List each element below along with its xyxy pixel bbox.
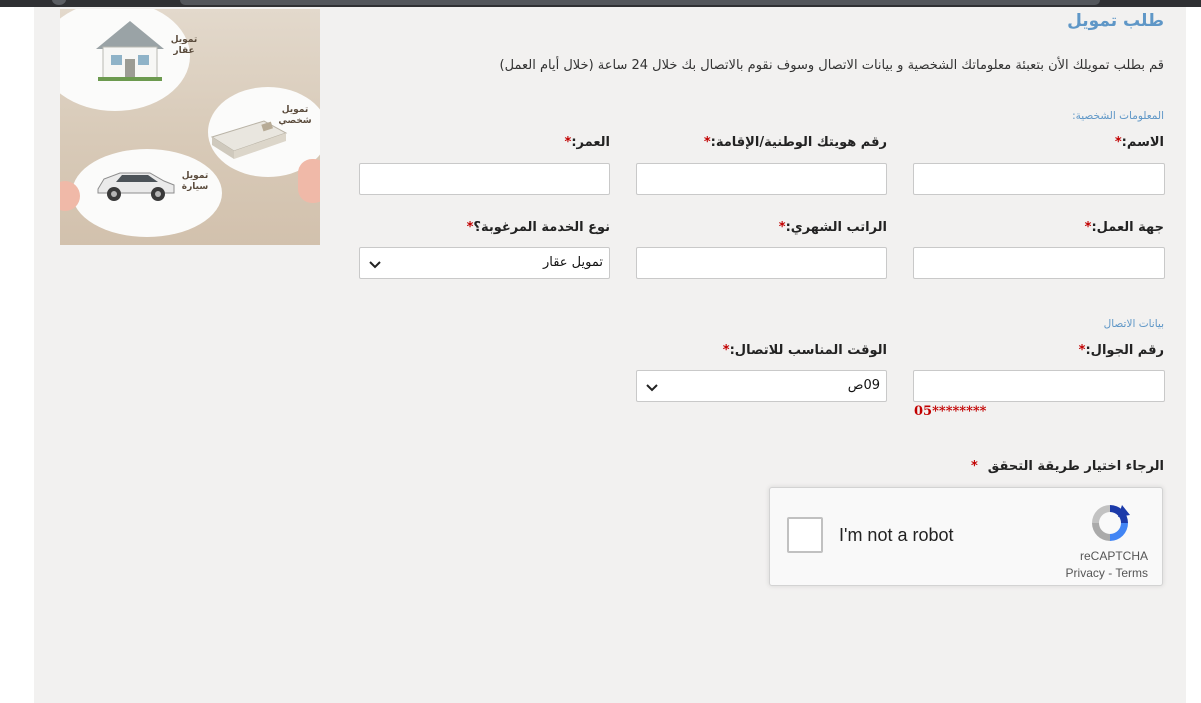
service-type-label: نوع الخدمة المرغوبة؟* <box>461 220 610 235</box>
contact-time-value: 09ص <box>847 378 880 393</box>
required-mark: * <box>703 135 711 150</box>
name-input[interactable] <box>913 163 1165 195</box>
house-icon <box>96 21 164 81</box>
recaptcha-brand: reCAPTCHA <box>1079 549 1148 563</box>
mobile-input[interactable] <box>913 370 1165 402</box>
service-type-label-text: نوع الخدمة المرغوبة؟ <box>473 220 610 235</box>
national-id-label-text: رقم هويتك الوطنية/الإقامة: <box>710 135 887 150</box>
mobile-label-text: رقم الجوال: <box>1085 343 1164 358</box>
name-label: الاسم:* <box>1109 135 1164 150</box>
contact-info-section-label: بيانات الاتصال <box>1103 318 1164 330</box>
personal-info-section-label: المعلومات الشخصية: <box>1072 110 1164 122</box>
tab-edge <box>52 0 66 5</box>
browser-top-bar <box>0 0 1201 7</box>
name-label-text: الاسم: <box>1121 135 1164 150</box>
mobile-label: رقم الجوال:* <box>1073 343 1164 358</box>
address-bar-edge <box>180 0 1100 5</box>
recaptcha-links: Privacy - Terms <box>1066 566 1148 580</box>
national-id-label: رقم هويتك الوطنية/الإقامة:* <box>698 135 887 150</box>
page-title: طلب تمويل <box>1067 11 1164 31</box>
promo-label-car: تمويل سيارة <box>181 171 209 192</box>
recaptcha-logo-icon <box>1092 505 1130 541</box>
salary-input[interactable] <box>636 247 887 279</box>
age-input[interactable] <box>359 163 610 195</box>
chevron-down-icon <box>646 384 658 392</box>
required-mark: * <box>722 343 730 358</box>
verification-label: الرجاء اختيار طريقة التحقق * <box>971 459 1164 474</box>
service-type-value: تمويل عقار <box>542 255 603 270</box>
salary-label: الراتب الشهري:* <box>773 220 887 235</box>
verification-label-text: الرجاء اختيار طريقة التحقق <box>987 459 1164 474</box>
employer-input[interactable] <box>913 247 1165 279</box>
mobile-format-hint: 05******** <box>914 404 987 419</box>
intro-text: قم بطلب تمويلك الأن بتعبئة معلوماتك الشخ… <box>499 58 1164 73</box>
salary-label-text: الراتب الشهري: <box>785 220 887 235</box>
hand-right <box>298 159 320 203</box>
recaptcha-label: I'm not a robot <box>839 525 954 545</box>
contact-time-select[interactable]: 09ص <box>636 370 887 402</box>
employer-label-text: جهة العمل: <box>1091 220 1164 235</box>
contact-time-label-text: الوقت المناسب للاتصال: <box>729 343 887 358</box>
age-label-text: العمر: <box>571 135 610 150</box>
service-type-select[interactable]: تمويل عقار <box>359 247 610 279</box>
promo-label-real-estate: تمويل عقار <box>170 35 198 56</box>
national-id-input[interactable] <box>636 163 887 195</box>
chevron-down-icon <box>369 261 381 269</box>
recaptcha-terms-link[interactable]: Terms <box>1115 566 1148 580</box>
car-icon <box>97 172 175 201</box>
required-mark: * <box>1114 135 1122 150</box>
recaptcha-widget: I'm not a robot reCAPTCHA Privacy - Term… <box>769 487 1163 586</box>
page-margin <box>1186 7 1201 703</box>
contact-time-label: الوقت المناسب للاتصال:* <box>717 343 887 358</box>
required-mark: * <box>778 220 786 235</box>
recaptcha-privacy-link[interactable]: Privacy <box>1066 566 1105 580</box>
age-label: العمر:* <box>559 135 611 150</box>
promo-label-personal: تمويل شخصي <box>278 105 312 126</box>
recaptcha-link-separator: - <box>1104 566 1116 580</box>
required-mark: * <box>970 459 978 474</box>
financing-promo-image: تمويل عقار تمويل شخصي تمويل سيارة <box>60 9 320 245</box>
employer-label: جهة العمل:* <box>1079 220 1164 235</box>
recaptcha-checkbox[interactable] <box>787 517 823 553</box>
